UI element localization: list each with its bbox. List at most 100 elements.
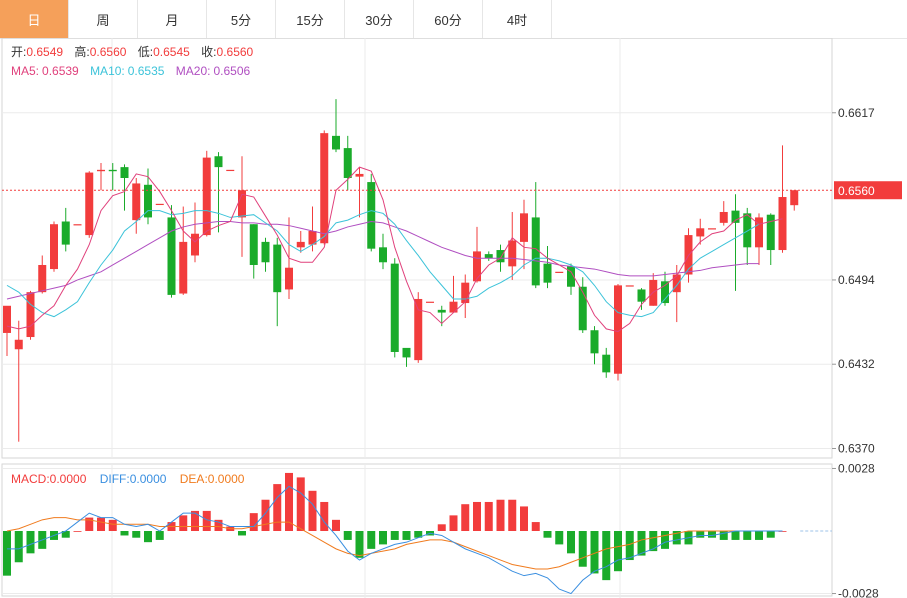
candle-body <box>672 274 681 293</box>
macd-bar <box>379 531 387 545</box>
macd-bar <box>355 531 364 558</box>
macd-bar <box>97 517 105 531</box>
candles <box>3 99 799 442</box>
candle-body <box>731 210 740 223</box>
candle-body <box>50 224 58 270</box>
macd-bar <box>508 499 517 531</box>
macd-bar <box>155 531 164 540</box>
macd-bar <box>14 531 23 563</box>
candle-body <box>144 184 152 218</box>
macd-bar <box>531 522 540 531</box>
kline-chart[interactable]: 开:0.6549 高:0.6560 低:0.6545 收:0.6560 MA5:… <box>0 38 907 598</box>
candle-body <box>320 133 329 244</box>
macd-bar <box>473 501 481 531</box>
macd-bar <box>661 531 669 549</box>
candle-body <box>14 339 23 350</box>
candle-body <box>367 182 376 249</box>
ma5-value: 0.6539 <box>42 64 79 78</box>
candle-body <box>766 214 775 251</box>
price-tick-label: 0.6494 <box>838 273 875 287</box>
tab-60min[interactable]: 60分 <box>414 0 483 38</box>
candle-body <box>484 254 493 259</box>
low-value: 0.6545 <box>153 45 190 59</box>
dea-value: 0.0000 <box>208 472 245 486</box>
macd-bar <box>273 484 282 531</box>
macd-bar <box>367 531 376 549</box>
candle-body <box>108 169 117 172</box>
tab-day[interactable]: 日 <box>0 0 69 38</box>
candle-body <box>38 264 47 293</box>
macd-bar <box>543 531 552 538</box>
macd-bar <box>202 510 211 531</box>
candle-body <box>332 135 340 150</box>
macd-bar <box>614 531 622 572</box>
candle-body <box>414 298 423 361</box>
candle-body <box>26 292 35 338</box>
candle-body <box>179 241 188 294</box>
macd-bar <box>343 531 352 540</box>
high-value: 0.6560 <box>90 45 127 59</box>
tab-15min[interactable]: 15分 <box>276 0 345 38</box>
tab-week[interactable]: 周 <box>69 0 138 38</box>
candle-body <box>167 217 176 295</box>
macd-bar <box>461 504 470 531</box>
macd-bar <box>484 501 493 531</box>
candle-body <box>426 301 434 303</box>
macd-bar <box>179 515 188 531</box>
macd-bar <box>731 531 740 540</box>
macd-axis: 0.0028 -0.0028 <box>832 461 879 598</box>
price-tick-label: 0.6432 <box>838 357 875 371</box>
macd-bar <box>296 477 305 531</box>
open-label: 开: <box>11 45 26 59</box>
macd-bar <box>449 515 458 531</box>
macd-bar <box>402 531 411 540</box>
candle-body <box>85 172 94 236</box>
price-tick-label: 0.6617 <box>838 106 875 120</box>
candle-body <box>61 221 70 245</box>
high-label: 高: <box>74 44 89 59</box>
macd-bar <box>261 499 270 531</box>
macd-bar <box>649 531 658 552</box>
candle-body <box>402 347 411 358</box>
tab-5min[interactable]: 5分 <box>207 0 276 38</box>
macd-bar <box>3 531 11 576</box>
candle-body <box>120 167 129 178</box>
candle-body <box>3 305 11 333</box>
macd-legend: MACD:0.0000 DIFF:0.0000 DEA:0.0000 <box>11 472 245 486</box>
candle-body <box>661 281 669 304</box>
candle-body <box>496 250 505 263</box>
macd-bar <box>578 531 587 567</box>
candle-body <box>355 173 364 177</box>
macd-bar <box>567 531 575 554</box>
macd-bar <box>238 531 246 536</box>
candle-body <box>625 285 634 287</box>
tab-4hour[interactable]: 4时 <box>483 0 552 38</box>
candle-body <box>473 251 481 282</box>
macd-bar <box>390 531 399 540</box>
macd-bar <box>437 524 446 531</box>
ma20-value: 0.6506 <box>213 64 250 78</box>
macd-value: 0.0000 <box>50 472 87 486</box>
ma20-label: MA20: <box>176 64 211 78</box>
ma-legend: MA5: 0.6539 MA10: 0.6535 MA20: 0.6506 <box>11 64 251 78</box>
candle-body <box>261 241 270 263</box>
candle-body <box>543 263 552 283</box>
ohlc-legend: 开:0.6549 高:0.6560 低:0.6545 收:0.6560 <box>11 44 254 59</box>
tab-month[interactable]: 月 <box>138 0 207 38</box>
macd-bar <box>625 531 634 561</box>
candle-body <box>296 241 305 248</box>
candle-body <box>696 228 705 237</box>
macd-bar <box>308 490 317 531</box>
macd-bar <box>332 519 340 531</box>
macd-bar <box>249 513 258 531</box>
candle-body <box>637 289 646 302</box>
candle-body <box>555 271 564 273</box>
price-axis: 0.6617 0.6494 0.6432 0.6370 <box>832 106 875 455</box>
candle-body <box>226 169 235 172</box>
macd-bar <box>696 531 705 538</box>
macd-tick-label: -0.0028 <box>838 587 879 598</box>
candle-body <box>249 224 258 265</box>
macd-bar <box>555 531 564 545</box>
tab-30min[interactable]: 30分 <box>345 0 414 38</box>
candle-body <box>155 203 164 206</box>
